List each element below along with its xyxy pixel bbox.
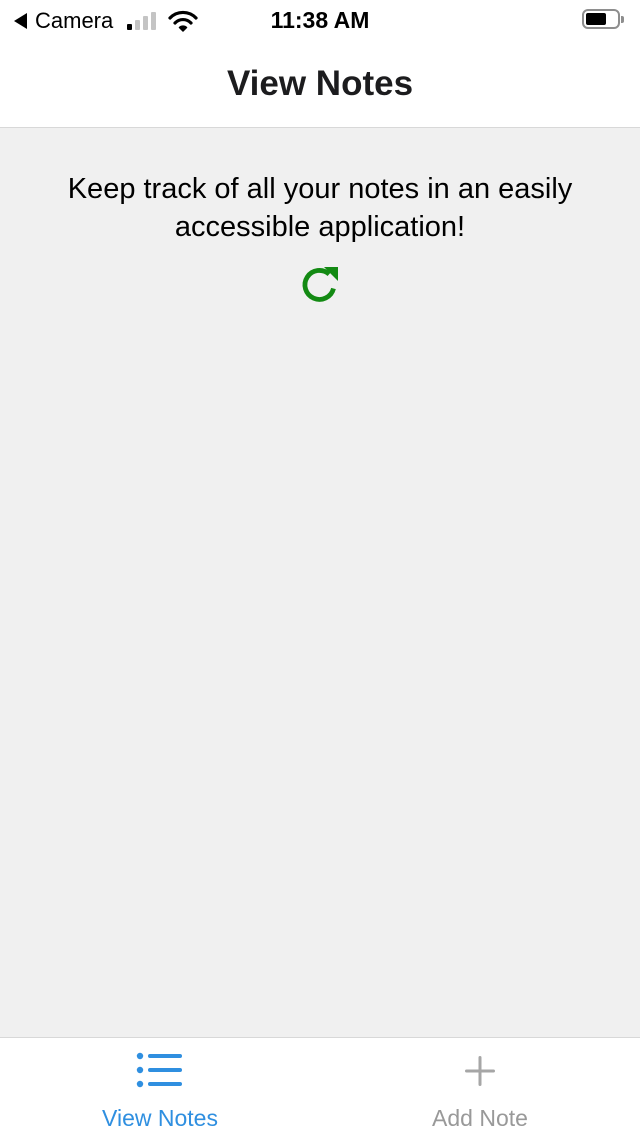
status-bar: Camera 11:38 AM (0, 0, 640, 40)
tab-bar: View Notes Add Note (0, 1037, 640, 1136)
refresh-icon[interactable] (296, 260, 344, 308)
app-screen: Camera 11:38 AM View Notes Keep track of (0, 0, 640, 1136)
navigation-bar: View Notes (0, 40, 640, 128)
battery-icon (582, 9, 626, 31)
status-time: 11:38 AM (270, 7, 370, 33)
tab-add-note-label: Add Note (432, 1105, 528, 1131)
page-title: View Notes (226, 64, 414, 103)
tab-add-note[interactable]: Add Note (320, 1038, 640, 1136)
tab-view-notes[interactable]: View Notes (0, 1038, 320, 1136)
list-icon (136, 1052, 182, 1088)
tagline-text: Keep track of all your notes in an easil… (67, 173, 573, 243)
tab-view-notes-label: View Notes (102, 1105, 218, 1131)
plus-icon (465, 1056, 495, 1086)
notes-content[interactable]: Keep track of all your notes in an easil… (0, 128, 640, 1037)
